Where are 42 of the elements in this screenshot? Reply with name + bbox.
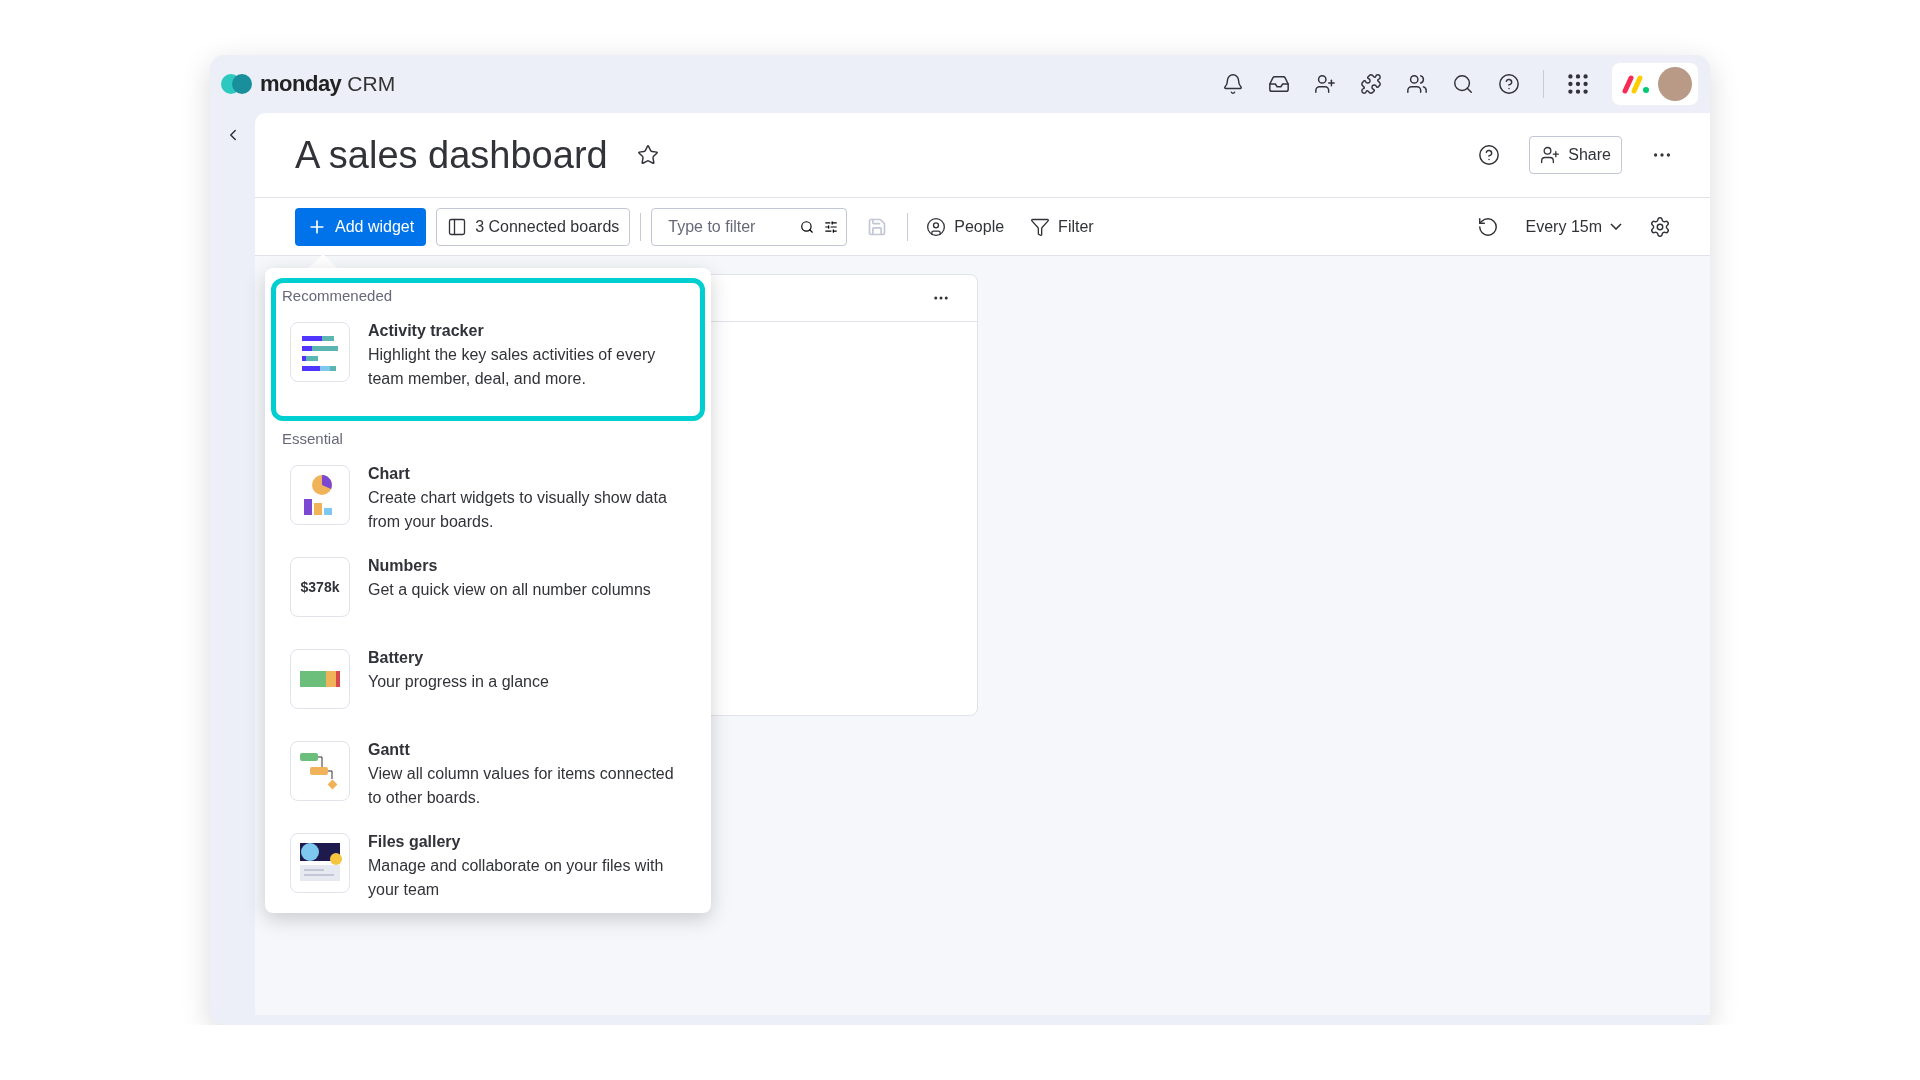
widget-name: Battery [368, 649, 425, 667]
widget-option[interactable]: $378k Numbers Get a quick view on all number columns [282, 553, 694, 645]
chevron-down-icon [1610, 223, 1622, 230]
section-title: Essential [282, 430, 344, 447]
user-plus-icon [1540, 145, 1561, 165]
funnel-icon [1030, 216, 1051, 237]
panel-icon [447, 216, 468, 237]
user-avatar[interactable] [1658, 67, 1692, 101]
slashes-icon [1622, 74, 1650, 94]
widget-option[interactable]: Chart Create chart widgets to visually show data from your boards. [282, 461, 694, 553]
logo-icon [220, 72, 254, 96]
widget-option[interactable]: Gantt View all column values for items connected to other boards. [282, 737, 694, 829]
numbers-sample: $378k [300, 579, 340, 595]
section-title: Recommeneded [282, 287, 394, 304]
widget-name: Chart [368, 465, 411, 483]
widget-description: Your progress in a glance [368, 672, 550, 692]
account-switcher[interactable] [1612, 63, 1698, 105]
add-widget-button[interactable]: Add widget [295, 207, 427, 246]
widget-description: Get a quick view on all number columns [368, 580, 652, 600]
widget-description: Manage and collaborate on your files with your team [368, 856, 665, 900]
widget-option[interactable]: Activity tracker Highlight the key sales activities of every team member, deal, and more. [282, 318, 694, 410]
person-circle-icon [926, 216, 947, 237]
widget-name: Numbers [368, 557, 439, 575]
widget-name: Files gallery [368, 833, 462, 851]
widget-option[interactable]: Files gallery Manage and collaborate on your files with your team [282, 829, 694, 913]
widget-description: Create chart widgets to visually show data from your boards. [368, 488, 668, 532]
widget-name: Gantt [368, 741, 411, 759]
page-title: A sales dashboard [295, 133, 608, 177]
widget-option[interactable]: Battery Your progress in a glance [282, 645, 694, 737]
share-button[interactable]: Share [1529, 136, 1622, 174]
widget-description: View all column values for items connected to other boards. [368, 764, 675, 808]
refresh-interval-dropdown[interactable]: Every 15m [1517, 207, 1630, 246]
connected-boards-button[interactable]: 3 Connected boards [436, 207, 631, 246]
widget-description: Highlight the key sales activities of every team member, deal, and more. [368, 345, 657, 389]
product-name: CRM [347, 72, 396, 96]
brand-name: monday [260, 71, 342, 97]
widget-name: Activity tracker [368, 322, 485, 340]
sliders-icon[interactable] [824, 218, 839, 235]
people-filter-button[interactable]: People [918, 207, 1013, 246]
filter-field[interactable]: Type to filter [651, 207, 848, 246]
filter-button[interactable]: Filter [1022, 207, 1102, 246]
search-icon[interactable] [800, 218, 815, 235]
